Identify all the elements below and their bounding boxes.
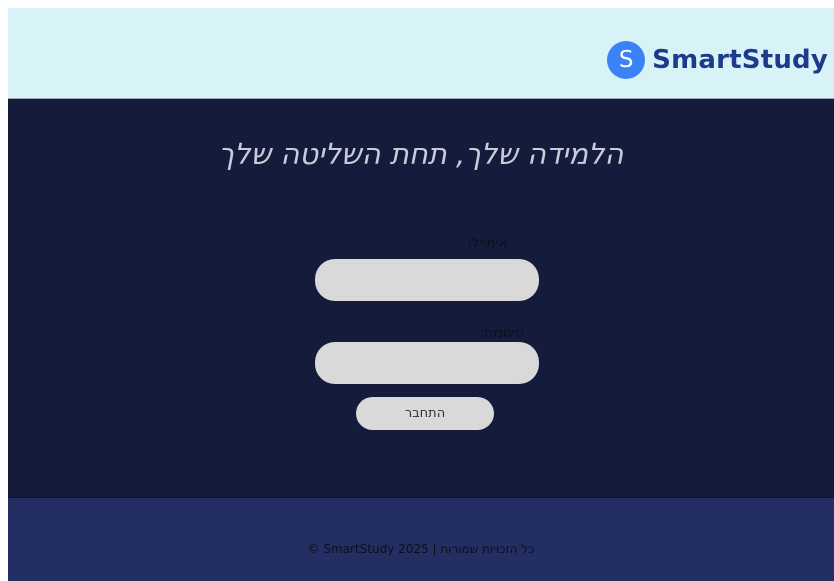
copyright-text: כל הזכויות שמורות | SmartStudy 2025 © [307, 542, 535, 556]
page: S SmartStudy הלמידה שלך, תחת השליטה שלך … [8, 8, 834, 581]
brand-name: SmartStudy [652, 45, 828, 75]
footer: כל הזכויות שמורות | SmartStudy 2025 © [8, 497, 834, 581]
logo[interactable]: S SmartStudy [607, 41, 828, 79]
password-field[interactable] [315, 342, 539, 384]
page-title: הלמידה שלך, תחת השליטה שלך [218, 137, 624, 171]
email-field[interactable] [315, 259, 539, 301]
header: S SmartStudy [8, 8, 834, 99]
login-section: הלמידה שלך, תחת השליטה שלך אימייל: סיסמה… [8, 99, 834, 497]
logo-s-icon: S [607, 41, 646, 79]
email-label: אימייל: [467, 235, 508, 251]
login-button[interactable]: התחבר [356, 397, 494, 430]
password-label: סיסמה: [479, 325, 524, 341]
